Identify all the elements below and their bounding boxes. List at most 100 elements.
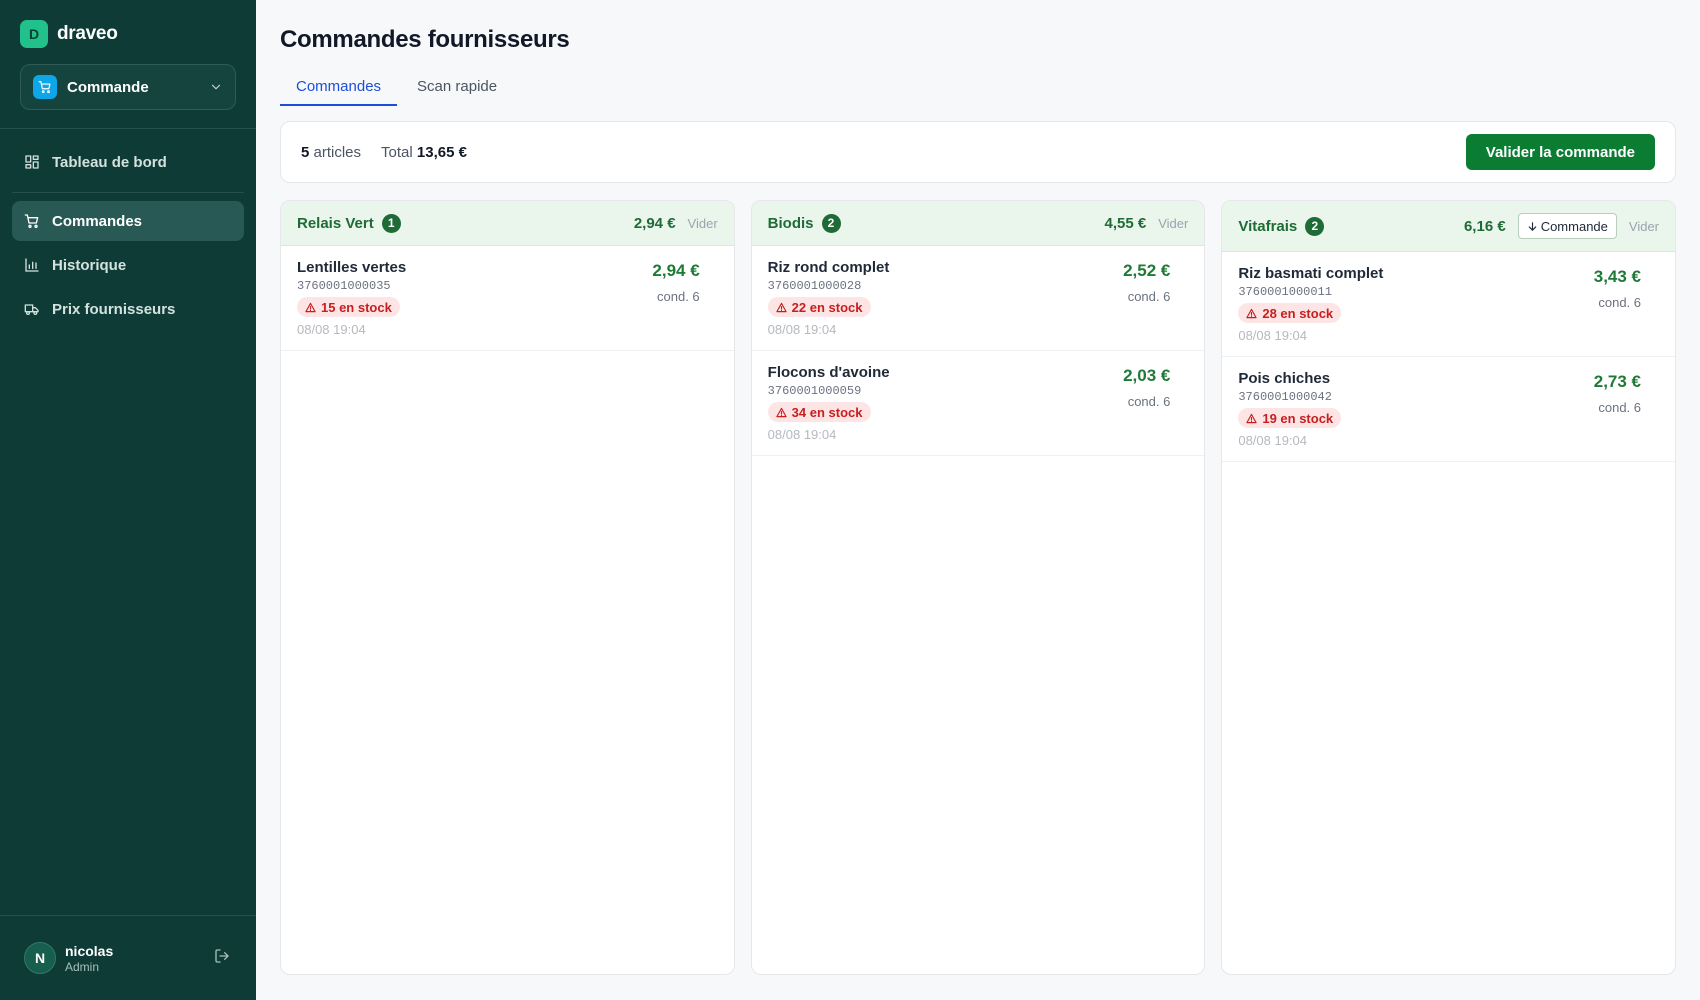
product-packaging: cond. 6: [657, 289, 700, 304]
order-total-value: 13,65 €: [416, 143, 467, 161]
order-line[interactable]: Pois chiches 3760001000042 19 en stock 0…: [1222, 357, 1676, 462]
product-packaging: cond. 6: [1127, 394, 1171, 409]
supplier-order-button[interactable]: Commande: [1517, 213, 1617, 239]
stock-alert-badge: 34 en stock: [767, 402, 871, 422]
order-line[interactable]: Riz basmati complet 3760001000011 28 en …: [1222, 252, 1676, 357]
logout-button[interactable]: [214, 948, 230, 969]
warning-icon: [776, 302, 787, 312]
order-total: Total 13,65 €: [381, 144, 467, 161]
logout-icon: [215, 949, 229, 963]
tabs: Commandes Scan rapide: [280, 70, 517, 106]
sidebar-item-supplier-prices[interactable]: Prix fournisseurs: [12, 289, 244, 329]
supplier-name: Biodis: [767, 214, 814, 232]
supplier-total: 6,16 €: [1463, 217, 1506, 235]
sidebar-item-dashboard[interactable]: Tableau de bord: [12, 142, 244, 182]
sidebar: D draveo Commande Tableau de bord Comman…: [0, 0, 256, 1000]
order-total-label: Total: [381, 143, 413, 161]
stock-alert-text: 19 en stock: [1262, 410, 1334, 426]
sidebar-nav: Tableau de bord Commandes Historique Pri…: [12, 142, 244, 333]
sidebar-divider: [0, 128, 256, 129]
bar-chart-icon: [25, 258, 39, 272]
sidebar-item-label: Prix fournisseurs: [52, 300, 176, 318]
supplier-item-count-badge: 2: [1305, 216, 1325, 236]
brand-logo: D: [20, 20, 48, 48]
product-date: 08/08 19:04: [1238, 432, 1308, 448]
warning-icon: [1246, 413, 1257, 423]
truck-icon: [24, 304, 39, 315]
sidebar-item-history[interactable]: Historique: [12, 245, 244, 285]
order-summary-bar: 5 articles Total 13,65 € Valider la comm…: [280, 121, 1676, 183]
product-packaging: cond. 6: [1598, 295, 1642, 310]
user-role: Admin: [65, 959, 100, 974]
product-ean: 3760001000028: [767, 279, 862, 293]
validate-order-button[interactable]: Valider la commande: [1465, 134, 1655, 170]
product-date: 08/08 19:04: [767, 426, 837, 442]
stock-alert-text: 34 en stock: [791, 404, 863, 420]
product-ean: 3760001000035: [297, 279, 391, 293]
product-price: 2,94 €: [652, 261, 700, 280]
supplier-column: Biodis 2 4,55 € Vider Riz rond complet 3…: [750, 200, 1206, 975]
product-price: 2,52 €: [1123, 261, 1171, 280]
warning-icon: [305, 302, 316, 312]
supplier-name: Relais Vert: [297, 214, 374, 232]
product-price: 2,73 €: [1593, 372, 1642, 391]
product-ean: 3760001000042: [1238, 390, 1332, 404]
article-count-label: articles: [313, 143, 362, 161]
page-title: Commandes fournisseurs: [280, 26, 570, 53]
stock-alert-badge: 19 en stock: [1238, 408, 1342, 428]
cart-icon: [24, 214, 39, 228]
sidebar-item-label: Commandes: [52, 212, 143, 230]
product-date: 08/08 19:04: [767, 321, 837, 337]
supplier-column: Relais Vert 1 2,94 € Vider Lentilles ver…: [280, 200, 735, 975]
stock-alert-badge: 22 en stock: [767, 297, 871, 317]
avatar: N: [24, 942, 56, 974]
supplier-name: Vitafrais: [1238, 217, 1298, 235]
product-packaging: cond. 6: [1127, 289, 1171, 304]
arrow-down-icon: [1528, 221, 1536, 231]
clear-supplier-button[interactable]: Vider: [1158, 216, 1188, 231]
stock-alert-badge: 15 en stock: [297, 297, 400, 317]
cart-icon: [33, 75, 57, 99]
tab-quick-scan[interactable]: Scan rapide: [401, 70, 513, 106]
supplier-item-count-badge: 1: [381, 213, 401, 233]
supplier-header: Biodis 2 4,55 € Vider: [751, 201, 1205, 246]
product-date: 08/08 19:04: [1238, 327, 1308, 343]
module-select[interactable]: Commande: [20, 64, 236, 110]
order-line[interactable]: Flocons d'avoine 3760001000059 34 en sto…: [751, 351, 1205, 456]
user-profile[interactable]: N nicolas Admin: [24, 942, 113, 974]
stock-alert-text: 22 en stock: [791, 299, 863, 315]
stock-alert-badge: 28 en stock: [1238, 303, 1342, 323]
user-name: nicolas: [65, 942, 114, 959]
product-date: 08/08 19:04: [297, 321, 366, 337]
supplier-total: 2,94 €: [633, 214, 676, 232]
sidebar-item-orders[interactable]: Commandes: [12, 201, 244, 241]
stock-alert-text: 15 en stock: [321, 299, 392, 315]
clear-supplier-button[interactable]: Vider: [1629, 219, 1659, 234]
sidebar-item-label: Historique: [52, 256, 127, 274]
product-ean: 3760001000059: [767, 384, 862, 398]
product-price: 2,03 €: [1123, 366, 1171, 385]
clear-supplier-button[interactable]: Vider: [688, 216, 718, 231]
brand[interactable]: D draveo: [20, 20, 118, 48]
supplier-column: Vitafrais 2 6,16 € Commande Vider Riz ba…: [1221, 200, 1677, 975]
module-select-label: Commande: [67, 78, 149, 96]
supplier-columns: Relais Vert 1 2,94 € Vider Lentilles ver…: [280, 200, 1677, 975]
dashboard-icon: [25, 155, 39, 169]
supplier-header: Relais Vert 1 2,94 € Vider: [281, 201, 734, 246]
supplier-item-count-badge: 2: [821, 213, 841, 233]
article-count-value: 5: [301, 143, 310, 161]
sidebar-item-label: Tableau de bord: [52, 153, 167, 171]
nav-divider: [12, 192, 244, 193]
tab-orders[interactable]: Commandes: [280, 70, 398, 106]
supplier-header: Vitafrais 2 6,16 € Commande Vider: [1222, 201, 1676, 252]
warning-icon: [776, 407, 787, 417]
order-line[interactable]: Riz rond complet 3760001000028 22 en sto…: [751, 246, 1205, 351]
brand-name: draveo: [57, 23, 118, 44]
sidebar-divider: [0, 915, 256, 916]
chevron-down-icon: [211, 84, 221, 90]
order-line[interactable]: Lentilles vertes 3760001000035 15 en sto…: [281, 246, 734, 351]
product-packaging: cond. 6: [1598, 400, 1642, 415]
warning-icon: [1246, 308, 1257, 318]
article-count: 5 articles: [301, 144, 361, 161]
product-price: 3,43 €: [1593, 267, 1642, 286]
